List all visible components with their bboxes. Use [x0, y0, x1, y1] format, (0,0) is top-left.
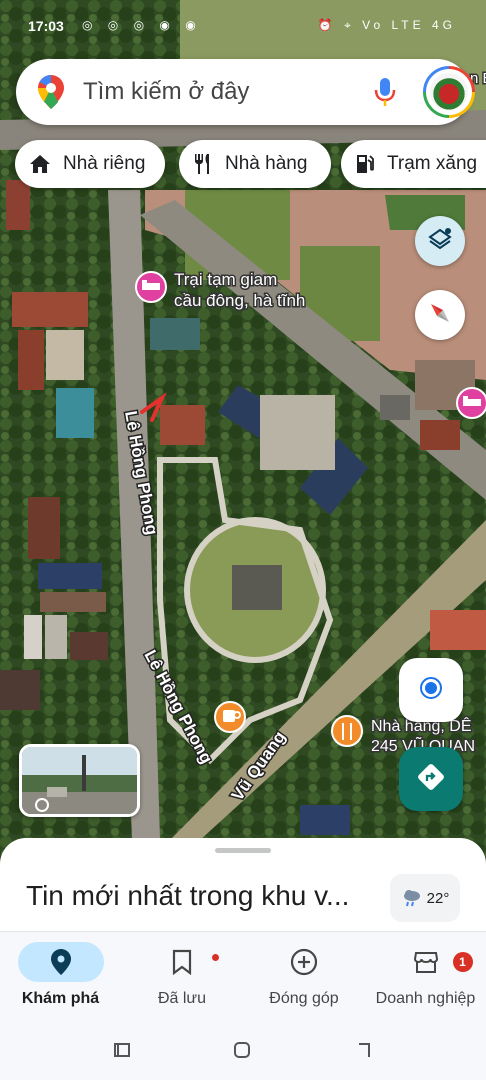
- restaurant-pin-icon[interactable]: [331, 715, 363, 747]
- google-maps-pin-icon: [38, 75, 64, 114]
- notification-icons: ◎ ◎ ◎ ◉ ◉: [82, 18, 202, 32]
- recent-apps-icon[interactable]: [113, 1041, 131, 1064]
- hotel-pin-icon[interactable]: [135, 271, 167, 303]
- compass-button[interactable]: [415, 290, 465, 340]
- street-view-preview: [22, 747, 137, 814]
- layers-button[interactable]: [415, 216, 465, 266]
- drag-handle[interactable]: [215, 848, 271, 853]
- explore-pin-icon: [50, 949, 71, 975]
- sheet-title[interactable]: Tin mới nhất trong khu v...: [26, 880, 349, 912]
- search-bar[interactable]: Tìm kiếm ở đây: [16, 59, 475, 125]
- account-avatar[interactable]: [423, 66, 475, 118]
- chip-restaurants-label: Nhà hàng: [225, 153, 308, 174]
- compass-icon: [427, 300, 453, 331]
- avatar-image: [430, 73, 468, 111]
- poi-label-jail-line1: Trại tạm giam: [174, 270, 277, 289]
- system-status-icons: ⏰ ⌖ Vo LTE 4G: [317, 18, 456, 32]
- notification-badge: 1: [452, 952, 473, 972]
- hotel-pin-icon[interactable]: [456, 387, 486, 419]
- chip-home[interactable]: Nhà riêng: [15, 140, 165, 188]
- new-indicator-dot: [212, 954, 219, 961]
- status-bar: 17:03 ◎ ◎ ◎ ◉ ◉ ⏰ ⌖ Vo LTE 4G: [0, 12, 486, 42]
- chip-home-label: Nhà riêng: [63, 153, 146, 174]
- nav-saved[interactable]: Đã lưu: [121, 932, 243, 1024]
- poi-label-jail-line2: cầu đông, hà tĩnh: [174, 291, 305, 310]
- my-location-icon: [416, 673, 446, 708]
- home-icon: [29, 154, 51, 174]
- bottom-navigation: Khám phá Đã lưu Đóng góp 1 Doanh nghiệp: [0, 931, 486, 1023]
- chip-restaurants[interactable]: Nhà hàng: [179, 140, 331, 188]
- storefront-icon: [413, 952, 438, 973]
- street-view-thumbnail[interactable]: [19, 744, 140, 817]
- system-navigation-bar: [0, 1023, 486, 1080]
- chip-gas-stations[interactable]: Trạm xăng: [341, 140, 486, 188]
- home-button-icon[interactable]: [233, 1041, 251, 1064]
- gas-station-icon: [355, 153, 375, 175]
- directions-icon: [415, 761, 447, 798]
- nav-contribute-label: Đóng góp: [269, 990, 339, 1007]
- weather-chip[interactable]: 22°: [390, 874, 460, 922]
- microphone-icon[interactable]: [372, 77, 398, 112]
- bottom-sheet[interactable]: Tin mới nhất trong khu v... 22°: [0, 838, 486, 938]
- nav-saved-label: Đã lưu: [157, 990, 207, 1007]
- chip-gas-stations-label: Trạm xăng: [387, 153, 478, 174]
- restaurant-icon: [193, 153, 213, 175]
- nav-contribute[interactable]: Đóng góp: [243, 932, 365, 1024]
- status-time: 17:03: [28, 18, 64, 34]
- rain-cloud-icon: [401, 888, 423, 908]
- my-location-button[interactable]: [399, 658, 463, 722]
- cafe-pin-icon[interactable]: [214, 701, 246, 733]
- nav-business-label: Doanh nghiệp: [375, 990, 476, 1007]
- layers-icon: [427, 226, 453, 257]
- nav-business[interactable]: 1 Doanh nghiệp: [365, 932, 486, 1024]
- bookmark-icon: [172, 949, 192, 975]
- temperature-label: 22°: [426, 889, 450, 907]
- nav-explore[interactable]: Khám phá: [0, 932, 121, 1024]
- directions-button[interactable]: [399, 747, 463, 811]
- nav-explore-label: Khám phá: [21, 990, 100, 1007]
- add-circle-icon: [290, 948, 318, 976]
- back-button-icon[interactable]: [355, 1041, 373, 1064]
- search-input[interactable]: Tìm kiếm ở đây: [83, 78, 249, 106]
